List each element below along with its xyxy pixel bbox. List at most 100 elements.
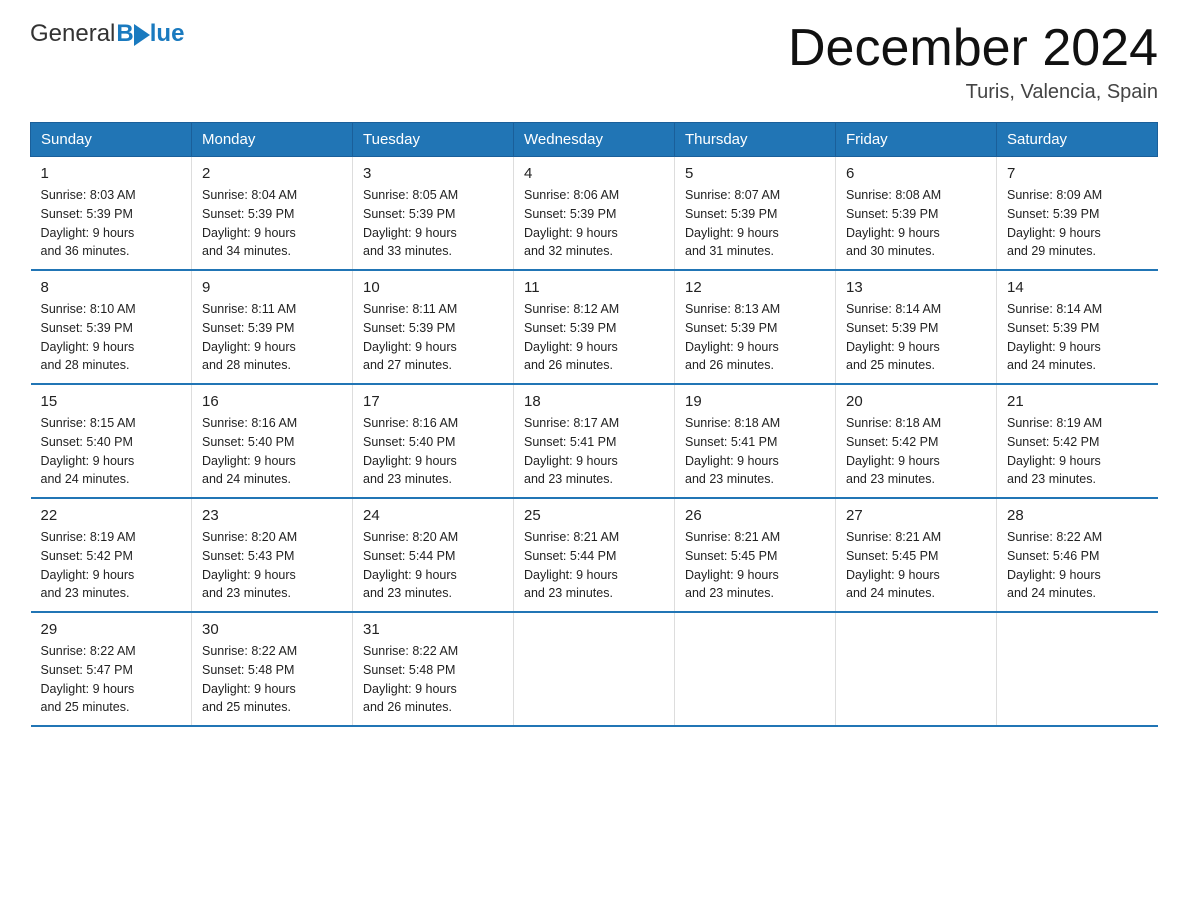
page-header: General B lue December 2024 Turis, Valen… [30, 20, 1158, 104]
page-subtitle: Turis, Valencia, Spain [788, 81, 1158, 104]
day-info: Sunrise: 8:21 AM Sunset: 5:45 PM Dayligh… [685, 528, 825, 603]
table-row: 23 Sunrise: 8:20 AM Sunset: 5:43 PM Dayl… [192, 498, 353, 612]
day-info: Sunrise: 8:14 AM Sunset: 5:39 PM Dayligh… [846, 300, 986, 375]
day-number: 1 [41, 165, 182, 182]
day-number: 2 [202, 165, 342, 182]
logo-general-text: General [30, 20, 115, 48]
day-info: Sunrise: 8:05 AM Sunset: 5:39 PM Dayligh… [363, 186, 503, 261]
table-row: 11 Sunrise: 8:12 AM Sunset: 5:39 PM Dayl… [514, 270, 675, 384]
table-row: 30 Sunrise: 8:22 AM Sunset: 5:48 PM Dayl… [192, 612, 353, 726]
table-row: 2 Sunrise: 8:04 AM Sunset: 5:39 PM Dayli… [192, 157, 353, 271]
day-info: Sunrise: 8:03 AM Sunset: 5:39 PM Dayligh… [41, 186, 182, 261]
day-info: Sunrise: 8:13 AM Sunset: 5:39 PM Dayligh… [685, 300, 825, 375]
day-info: Sunrise: 8:22 AM Sunset: 5:47 PM Dayligh… [41, 642, 182, 717]
table-row [675, 612, 836, 726]
day-info: Sunrise: 8:22 AM Sunset: 5:46 PM Dayligh… [1007, 528, 1148, 603]
table-row: 16 Sunrise: 8:16 AM Sunset: 5:40 PM Dayl… [192, 384, 353, 498]
day-number: 22 [41, 507, 182, 524]
day-info: Sunrise: 8:11 AM Sunset: 5:39 PM Dayligh… [202, 300, 342, 375]
table-row: 25 Sunrise: 8:21 AM Sunset: 5:44 PM Dayl… [514, 498, 675, 612]
table-row: 12 Sunrise: 8:13 AM Sunset: 5:39 PM Dayl… [675, 270, 836, 384]
day-number: 16 [202, 393, 342, 410]
page-title: December 2024 [788, 20, 1158, 77]
table-row: 15 Sunrise: 8:15 AM Sunset: 5:40 PM Dayl… [31, 384, 192, 498]
day-number: 29 [41, 621, 182, 638]
table-row: 22 Sunrise: 8:19 AM Sunset: 5:42 PM Dayl… [31, 498, 192, 612]
table-row: 27 Sunrise: 8:21 AM Sunset: 5:45 PM Dayl… [836, 498, 997, 612]
table-row: 6 Sunrise: 8:08 AM Sunset: 5:39 PM Dayli… [836, 157, 997, 271]
logo: General B lue [30, 20, 184, 48]
table-row: 4 Sunrise: 8:06 AM Sunset: 5:39 PM Dayli… [514, 157, 675, 271]
day-number: 20 [846, 393, 986, 410]
col-monday: Monday [192, 123, 353, 157]
day-info: Sunrise: 8:19 AM Sunset: 5:42 PM Dayligh… [1007, 414, 1148, 489]
day-info: Sunrise: 8:08 AM Sunset: 5:39 PM Dayligh… [846, 186, 986, 261]
day-info: Sunrise: 8:18 AM Sunset: 5:42 PM Dayligh… [846, 414, 986, 489]
title-block: December 2024 Turis, Valencia, Spain [788, 20, 1158, 104]
table-row [836, 612, 997, 726]
calendar-table: Sunday Monday Tuesday Wednesday Thursday… [30, 122, 1158, 727]
day-number: 8 [41, 279, 182, 296]
table-row [514, 612, 675, 726]
day-number: 30 [202, 621, 342, 638]
day-info: Sunrise: 8:21 AM Sunset: 5:45 PM Dayligh… [846, 528, 986, 603]
day-number: 26 [685, 507, 825, 524]
table-row [997, 612, 1158, 726]
day-info: Sunrise: 8:16 AM Sunset: 5:40 PM Dayligh… [363, 414, 503, 489]
day-number: 19 [685, 393, 825, 410]
table-row: 26 Sunrise: 8:21 AM Sunset: 5:45 PM Dayl… [675, 498, 836, 612]
day-info: Sunrise: 8:11 AM Sunset: 5:39 PM Dayligh… [363, 300, 503, 375]
table-row: 10 Sunrise: 8:11 AM Sunset: 5:39 PM Dayl… [353, 270, 514, 384]
table-row: 9 Sunrise: 8:11 AM Sunset: 5:39 PM Dayli… [192, 270, 353, 384]
day-number: 21 [1007, 393, 1148, 410]
day-number: 14 [1007, 279, 1148, 296]
table-row: 31 Sunrise: 8:22 AM Sunset: 5:48 PM Dayl… [353, 612, 514, 726]
logo-blue-text: B [116, 20, 133, 48]
day-number: 3 [363, 165, 503, 182]
calendar-header-row: Sunday Monday Tuesday Wednesday Thursday… [31, 123, 1158, 157]
calendar-week-row: 22 Sunrise: 8:19 AM Sunset: 5:42 PM Dayl… [31, 498, 1158, 612]
table-row: 3 Sunrise: 8:05 AM Sunset: 5:39 PM Dayli… [353, 157, 514, 271]
table-row: 21 Sunrise: 8:19 AM Sunset: 5:42 PM Dayl… [997, 384, 1158, 498]
day-number: 25 [524, 507, 664, 524]
table-row: 29 Sunrise: 8:22 AM Sunset: 5:47 PM Dayl… [31, 612, 192, 726]
day-info: Sunrise: 8:20 AM Sunset: 5:43 PM Dayligh… [202, 528, 342, 603]
logo-arrow-icon [134, 24, 150, 46]
day-number: 13 [846, 279, 986, 296]
day-info: Sunrise: 8:21 AM Sunset: 5:44 PM Dayligh… [524, 528, 664, 603]
logo-lue-text: lue [150, 20, 185, 48]
day-info: Sunrise: 8:16 AM Sunset: 5:40 PM Dayligh… [202, 414, 342, 489]
table-row: 18 Sunrise: 8:17 AM Sunset: 5:41 PM Dayl… [514, 384, 675, 498]
day-number: 4 [524, 165, 664, 182]
table-row: 13 Sunrise: 8:14 AM Sunset: 5:39 PM Dayl… [836, 270, 997, 384]
day-number: 18 [524, 393, 664, 410]
day-number: 12 [685, 279, 825, 296]
table-row: 17 Sunrise: 8:16 AM Sunset: 5:40 PM Dayl… [353, 384, 514, 498]
col-saturday: Saturday [997, 123, 1158, 157]
col-tuesday: Tuesday [353, 123, 514, 157]
col-friday: Friday [836, 123, 997, 157]
day-number: 15 [41, 393, 182, 410]
day-info: Sunrise: 8:19 AM Sunset: 5:42 PM Dayligh… [41, 528, 182, 603]
table-row: 8 Sunrise: 8:10 AM Sunset: 5:39 PM Dayli… [31, 270, 192, 384]
day-info: Sunrise: 8:07 AM Sunset: 5:39 PM Dayligh… [685, 186, 825, 261]
calendar-week-row: 1 Sunrise: 8:03 AM Sunset: 5:39 PM Dayli… [31, 157, 1158, 271]
col-thursday: Thursday [675, 123, 836, 157]
table-row: 5 Sunrise: 8:07 AM Sunset: 5:39 PM Dayli… [675, 157, 836, 271]
table-row: 20 Sunrise: 8:18 AM Sunset: 5:42 PM Dayl… [836, 384, 997, 498]
day-number: 7 [1007, 165, 1148, 182]
day-number: 23 [202, 507, 342, 524]
table-row: 14 Sunrise: 8:14 AM Sunset: 5:39 PM Dayl… [997, 270, 1158, 384]
table-row: 28 Sunrise: 8:22 AM Sunset: 5:46 PM Dayl… [997, 498, 1158, 612]
calendar-week-row: 8 Sunrise: 8:10 AM Sunset: 5:39 PM Dayli… [31, 270, 1158, 384]
day-number: 11 [524, 279, 664, 296]
day-number: 24 [363, 507, 503, 524]
day-info: Sunrise: 8:10 AM Sunset: 5:39 PM Dayligh… [41, 300, 182, 375]
day-info: Sunrise: 8:17 AM Sunset: 5:41 PM Dayligh… [524, 414, 664, 489]
calendar-week-row: 15 Sunrise: 8:15 AM Sunset: 5:40 PM Dayl… [31, 384, 1158, 498]
table-row: 24 Sunrise: 8:20 AM Sunset: 5:44 PM Dayl… [353, 498, 514, 612]
day-number: 28 [1007, 507, 1148, 524]
day-info: Sunrise: 8:06 AM Sunset: 5:39 PM Dayligh… [524, 186, 664, 261]
day-number: 10 [363, 279, 503, 296]
day-number: 6 [846, 165, 986, 182]
